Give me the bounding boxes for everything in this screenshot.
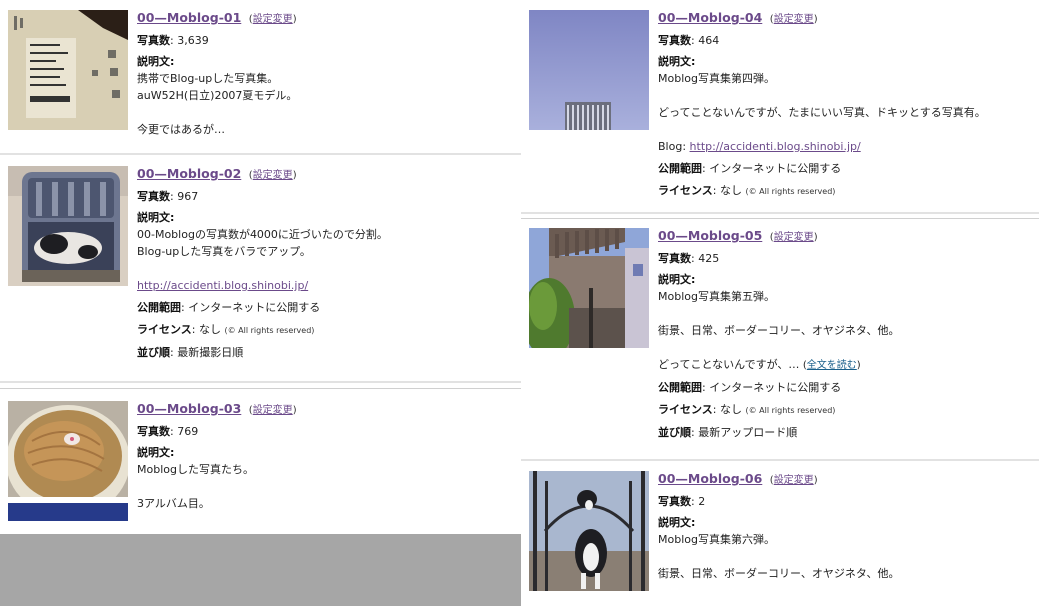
description-line: Moblogした写真たち。 <box>137 463 254 476</box>
sort-order-value: : 最新アップロード順 <box>691 426 798 439</box>
sort-order-value: : 最新撮影日順 <box>170 346 244 359</box>
album-thumbnail[interactable] <box>8 166 128 286</box>
album-thumbnail[interactable] <box>529 10 649 130</box>
visibility-label: 公開範囲 <box>658 162 702 175</box>
album-info: 00—Moblog-01 (設定変更) 写真数: 3,639 説明文: 携帯でB… <box>137 9 515 138</box>
album-info: 00—Moblog-06 (設定変更) 写真数: 2 説明文: Moblog写真… <box>658 470 1033 582</box>
album-divider <box>521 218 1039 219</box>
license-label: ライセンス <box>137 323 192 336</box>
sort-order-label: 並び順 <box>137 346 170 359</box>
license-value: : なし <box>191 323 221 336</box>
description-label: 説明文: <box>137 211 175 224</box>
visibility-value: : インターネットに公開する <box>702 162 842 175</box>
license-label: ライセンス <box>658 184 713 197</box>
album-title-link[interactable]: 00—Moblog-04 <box>658 10 762 25</box>
description-line: 3アルバム目。 <box>137 497 210 510</box>
read-more-link[interactable]: 全文を読む <box>807 360 857 371</box>
description-line: 今更ではあるが… <box>137 123 225 136</box>
description-line: Moblog写真集第四弾。 <box>658 72 775 85</box>
settings-change-link[interactable]: 設定変更 <box>774 14 814 25</box>
album-column-left: 00—Moblog-01 (設定変更) 写真数: 3,639 説明文: 携帯でB… <box>0 0 521 606</box>
settings-link-group: (設定変更) <box>248 170 297 181</box>
album-thumbnail[interactable] <box>529 471 649 591</box>
photo-count-value: : 425 <box>691 252 720 265</box>
album-info: 00—Moblog-03 (設定変更) 写真数: 769 説明文: Moblog… <box>137 400 515 512</box>
description-label: 説明文: <box>137 446 175 459</box>
settings-change-link[interactable]: 設定変更 <box>774 475 814 486</box>
license-value: : なし <box>712 184 742 197</box>
photo-count-value: : 967 <box>170 190 199 203</box>
album-thumbnail[interactable] <box>8 401 128 521</box>
blog-link[interactable]: http://accidenti.blog.shinobi.jp/ <box>137 279 308 292</box>
album-info: 00—Moblog-04 (設定変更) 写真数: 464 説明文: Moblog… <box>658 9 1033 200</box>
album-title-link[interactable]: 00—Moblog-05 <box>658 228 762 243</box>
license-label: ライセンス <box>658 403 713 416</box>
description-label: 説明文: <box>658 516 696 529</box>
description-label: 説明文: <box>658 273 696 286</box>
settings-change-link[interactable]: 設定変更 <box>253 170 293 181</box>
visibility-label: 公開範囲 <box>137 301 181 314</box>
settings-link-group: (設定変更) <box>248 405 297 416</box>
album-divider <box>0 388 521 389</box>
visibility-value: : インターネットに公開する <box>702 381 842 394</box>
album-divider <box>0 381 521 383</box>
settings-link-group: (設定変更) <box>248 14 297 25</box>
empty-area <box>0 534 521 606</box>
album-thumbnail[interactable] <box>8 10 128 130</box>
album-title-link[interactable]: 00—Moblog-01 <box>137 10 241 25</box>
description-line: 街景、日常、ボーダーコリー、オヤジネタ、他。 <box>658 324 900 337</box>
photo-count-label: 写真数 <box>658 252 691 265</box>
photo-count-label: 写真数 <box>658 34 691 47</box>
album-title-link[interactable]: 00—Moblog-06 <box>658 471 762 486</box>
photo-count-label: 写真数 <box>137 34 170 47</box>
blog-link[interactable]: http://accidenti.blog.shinobi.jp/ <box>690 140 861 153</box>
settings-link-group: (設定変更) <box>769 475 818 486</box>
description-line: Moblog写真集第六弾。 <box>658 533 775 546</box>
album-thumbnail[interactable] <box>529 228 649 348</box>
photo-count-label: 写真数 <box>658 495 691 508</box>
sort-order-label: 並び順 <box>658 426 691 439</box>
photo-count-label: 写真数 <box>137 425 170 438</box>
album-divider <box>521 459 1039 461</box>
description-line: 携帯でBlog-upした写真集。 <box>137 72 279 85</box>
description-label: 説明文: <box>137 55 175 68</box>
photo-count-value: : 3,639 <box>170 34 209 47</box>
album-divider <box>0 153 521 155</box>
settings-change-link[interactable]: 設定変更 <box>253 14 293 25</box>
rights-note: (© All rights reserved) <box>745 406 836 415</box>
description-line: auW52H(日立)2007夏モデル。 <box>137 89 298 102</box>
description-excerpt: どってことないんですが、… <box>658 358 803 371</box>
visibility-value: : インターネットに公開する <box>181 301 321 314</box>
album-divider <box>521 212 1039 214</box>
photo-count-value: : 2 <box>691 495 706 508</box>
album-info: 00—Moblog-05 (設定変更) 写真数: 425 説明文: Moblog… <box>658 227 1033 441</box>
settings-change-link[interactable]: 設定変更 <box>774 232 814 243</box>
description-line: どってことないんですが、たまにいい写真、ドキッとする写真有。 <box>658 106 986 119</box>
description-line: 街景、日常、ボーダーコリー、オヤジネタ、他。 <box>658 567 900 580</box>
album-title-link[interactable]: 00—Moblog-03 <box>137 401 241 416</box>
photo-count-value: : 464 <box>691 34 720 47</box>
settings-link-group: (設定変更) <box>769 232 818 243</box>
description-line: 00-Moblogの写真数が4000に近づいたので分割。 <box>137 228 388 241</box>
photo-count-label: 写真数 <box>137 190 170 203</box>
album-column-right: 00—Moblog-04 (設定変更) 写真数: 464 説明文: Moblog… <box>521 0 1039 606</box>
photo-count-value: : 769 <box>170 425 199 438</box>
description-line: Blog-upした写真をバラでアップ。 <box>137 245 311 258</box>
description-label: 説明文: <box>658 55 696 68</box>
settings-link-group: (設定変更) <box>769 14 818 25</box>
rights-note: (© All rights reserved) <box>224 326 315 335</box>
visibility-label: 公開範囲 <box>658 381 702 394</box>
album-title-link[interactable]: 00—Moblog-02 <box>137 166 241 181</box>
license-value: : なし <box>712 403 742 416</box>
settings-change-link[interactable]: 設定変更 <box>253 405 293 416</box>
description-line: Moblog写真集第五弾。 <box>658 290 775 303</box>
album-info: 00—Moblog-02 (設定変更) 写真数: 967 説明文: 00-Mob… <box>137 165 515 361</box>
blog-prefix: Blog: <box>658 140 690 153</box>
rights-note: (© All rights reserved) <box>745 187 836 196</box>
